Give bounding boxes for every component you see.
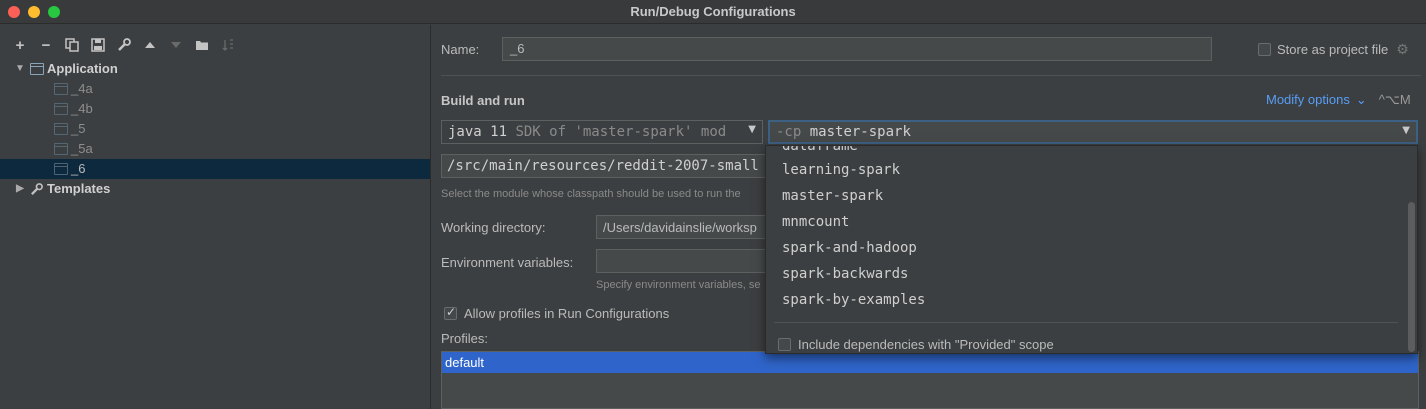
remove-icon[interactable]: − [36, 35, 56, 55]
dropdown-option[interactable]: learning-spark [782, 162, 900, 178]
chevron-right-icon[interactable]: ▶ [14, 179, 26, 199]
tree-node-application[interactable]: ▼ Application [0, 59, 430, 79]
chevron-down-icon[interactable]: ▼ [14, 59, 26, 79]
cp-prefix: -cp [776, 124, 802, 140]
tree-item-4b[interactable]: _4b [0, 99, 430, 119]
configurations-toolbar: + − [10, 35, 238, 55]
dropdown-option[interactable]: spark-and-hadoop [782, 240, 917, 256]
application-config-icon [54, 103, 68, 115]
modify-options-label: Modify options [1266, 92, 1350, 107]
tree-item-label: _5 [71, 121, 86, 136]
name-label: Name: [441, 42, 480, 57]
include-provided-checkbox[interactable] [778, 338, 791, 351]
store-label: Store as project file [1277, 42, 1389, 57]
dropdown-option[interactable]: spark-by-examples [782, 292, 925, 308]
application-config-icon [54, 163, 68, 175]
tree-item-6[interactable]: _6 [0, 159, 430, 179]
profiles-list[interactable]: default [441, 351, 1419, 409]
tree-node-label: Application [47, 61, 118, 76]
dropdown-option[interactable]: master-spark [782, 188, 883, 204]
arrow-up-icon[interactable] [140, 35, 160, 55]
dropdown-option[interactable]: mnmcount [782, 214, 849, 230]
module-hint: Select the module whose classpath should… [441, 188, 741, 200]
classpath-module-select[interactable]: -cp master-spark ▼ [768, 120, 1418, 144]
copy-icon[interactable] [62, 35, 82, 55]
tree-item-4a[interactable]: _4a [0, 79, 430, 99]
jre-select[interactable]: java 11 SDK of 'master-spark' mod ▼ [441, 120, 763, 144]
env-variables-label: Environment variables: [441, 255, 574, 270]
gear-icon[interactable]: ⚙ [1396, 41, 1409, 58]
allow-profiles-label: Allow profiles in Run Configurations [464, 306, 670, 321]
working-directory-input[interactable]: /Users/davidainslie/worksp [596, 215, 776, 239]
add-icon[interactable]: + [10, 35, 30, 55]
include-provided-label: Include dependencies with "Provided" sco… [798, 337, 1054, 352]
configurations-tree: ▼ Application _4a _4b _5 _5a _6 ▶ Templa… [0, 59, 430, 199]
list-item[interactable]: default [442, 352, 1418, 373]
tree-item-label: _4a [71, 81, 93, 96]
tree-node-label: Templates [47, 181, 111, 196]
allow-profiles-option[interactable]: Allow profiles in Run Configurations [444, 305, 670, 321]
wrench-icon[interactable] [114, 35, 134, 55]
application-config-icon [54, 123, 68, 135]
chevron-down-icon: ⌄ [1355, 92, 1367, 107]
application-config-icon [54, 83, 68, 95]
env-variables-input[interactable] [596, 249, 776, 273]
arrow-down-icon[interactable] [166, 35, 186, 55]
name-input[interactable]: _6 [502, 37, 1212, 61]
chevron-down-icon: ▼ [748, 124, 756, 135]
modify-options-link[interactable]: Modify options ⌄ ^⌥M [1266, 92, 1411, 108]
window-title: Run/Debug Configurations [630, 4, 796, 19]
folder-icon[interactable] [192, 35, 212, 55]
wrench-icon [30, 182, 44, 196]
tree-item-label: _5a [71, 141, 93, 156]
shortcut-hint: ^⌥M [1378, 92, 1411, 107]
chevron-down-icon: ▼ [1402, 125, 1410, 136]
tree-item-label: _6 [71, 161, 86, 176]
dropdown-option[interactable]: dataframe [782, 146, 858, 154]
include-provided-option[interactable]: Include dependencies with "Provided" sco… [778, 337, 1054, 352]
store-as-project-file[interactable]: Store as project file ⚙ [1258, 41, 1409, 58]
jre-value: java 11 [448, 124, 508, 140]
sort-icon[interactable] [218, 35, 238, 55]
cp-value: master-spark [809, 124, 911, 140]
divider [441, 75, 1421, 76]
tree-item-5a[interactable]: _5a [0, 139, 430, 159]
main-class-field[interactable]: /src/main/resources/reddit-2007-small [441, 154, 771, 178]
store-checkbox[interactable] [1258, 43, 1271, 56]
tree-item-5[interactable]: _5 [0, 119, 430, 139]
title-bar: Run/Debug Configurations [0, 0, 1426, 24]
dropdown-scrollbar[interactable] [1408, 202, 1415, 352]
configurations-panel: + − ▼ Application _4a _4b _5 _5a _6 ▶ Te… [0, 25, 431, 409]
tree-item-label: _4b [71, 101, 93, 116]
divider [774, 322, 1398, 323]
tree-node-templates[interactable]: ▶ Templates [0, 179, 430, 199]
dropdown-option[interactable]: spark-backwards [782, 266, 908, 282]
save-icon[interactable] [88, 35, 108, 55]
env-variables-hint: Specify environment variables, se [596, 279, 761, 291]
profiles-label: Profiles: [441, 331, 488, 346]
working-directory-label: Working directory: [441, 220, 546, 235]
allow-profiles-checkbox[interactable] [444, 305, 457, 320]
application-config-icon [30, 63, 44, 75]
module-dropdown[interactable]: dataframe learning-spark master-spark mn… [765, 145, 1418, 354]
application-config-icon [54, 143, 68, 155]
section-title: Build and run [441, 93, 525, 108]
jre-hint: SDK of 'master-spark' mod [515, 124, 727, 140]
